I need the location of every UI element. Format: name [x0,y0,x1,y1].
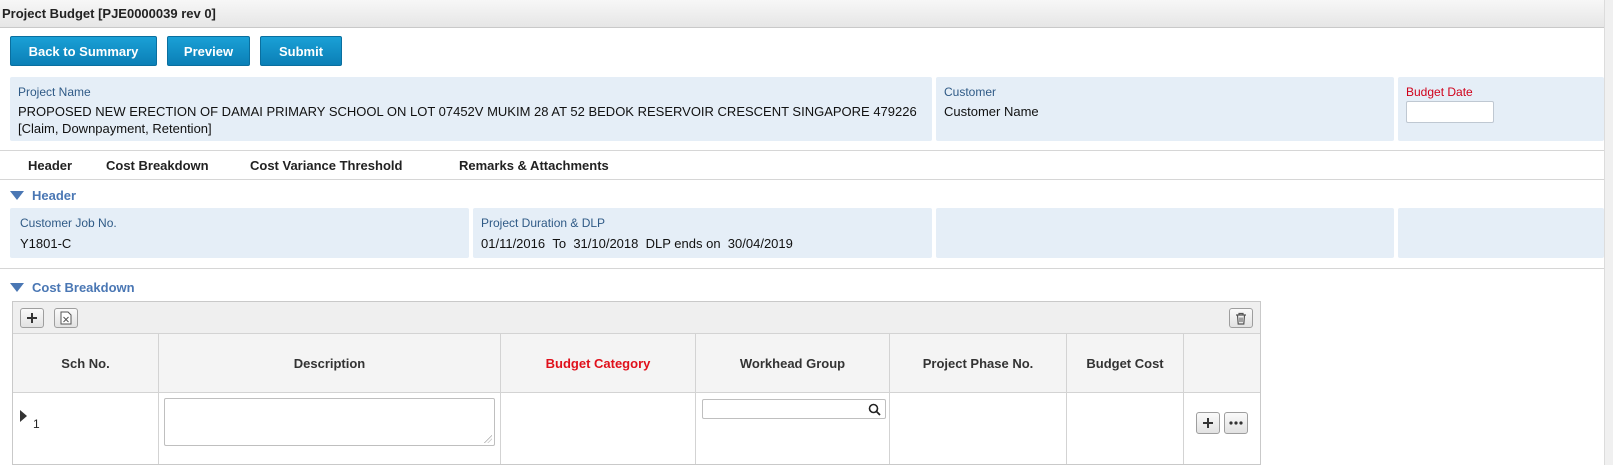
budget-date-input[interactable] [1406,101,1494,123]
workhead-group-lookup[interactable] [702,399,886,419]
customer-job-label: Customer Job No. [20,216,117,230]
cell-project-phase-no[interactable] [890,393,1067,464]
trash-icon [1236,312,1246,325]
project-name-value: PROPOSED NEW ERECTION OF DAMAI PRIMARY S… [18,103,928,137]
cost-breakdown-section-title: Cost Breakdown [32,280,135,295]
project-name-line2: [Claim, Downpayment, Retention] [18,121,212,136]
vertical-scrollbar[interactable] [1604,0,1613,465]
project-duration-value: 01/11/2016 To 31/10/2018 DLP ends on 30/… [481,235,793,252]
expand-row-icon[interactable] [20,410,27,422]
preview-button[interactable]: Preview [167,36,250,66]
plus-icon [1203,418,1213,428]
cell-budget-category[interactable] [501,393,696,464]
window-title: Project Budget [PJE0000039 rev 0] [2,6,216,21]
cell-actions [1184,393,1260,464]
back-to-summary-button[interactable]: Back to Summary [10,36,157,66]
to-text: To [552,236,567,251]
excel-export-icon [60,311,72,325]
customer-panel: Customer Customer Name [936,77,1394,141]
empty-panel [1398,208,1604,258]
project-duration-panel: Project Duration & DLP 01/11/2016 To 31/… [473,208,932,258]
divider [0,268,1604,269]
customer-job-panel: Customer Job No. Y1801-C [10,208,469,258]
project-duration-label: Project Duration & DLP [481,216,606,230]
cell-budget-cost[interactable] [1067,393,1184,464]
column-header-budget-category[interactable]: Budget Category [501,334,696,393]
ellipsis-icon [1229,421,1243,425]
plus-icon [27,313,37,323]
tab-header[interactable]: Header [28,158,72,173]
customer-label: Customer [944,85,997,99]
tab-remarks-attachments[interactable]: Remarks & Attachments [459,158,609,173]
cell-workhead-group [696,393,890,464]
collapse-triangle-icon [10,283,24,292]
divider [0,150,1604,151]
empty-panel [936,208,1394,258]
more-options-button[interactable] [1224,412,1248,434]
start-date: 01/11/2016 [481,236,546,251]
column-header-description[interactable]: Description [159,334,501,393]
column-header-sch-no[interactable]: Sch No. [13,334,159,393]
resize-grip-icon[interactable] [484,435,492,443]
description-textarea[interactable] [164,398,495,446]
project-name-line1: PROPOSED NEW ERECTION OF DAMAI PRIMARY S… [18,104,917,119]
dlp-date: 30/04/2019 [727,236,793,251]
project-name-label: Project Name [18,85,91,99]
customer-value: Customer Name [944,104,1039,119]
cell-sch-no: 1 [13,393,159,464]
cost-breakdown-section-toggle[interactable]: Cost Breakdown [10,280,135,295]
header-section-toggle[interactable]: Header [10,188,76,203]
grid-header-row: Sch No. Description Budget Category Work… [13,334,1260,393]
budget-date-panel: Budget Date [1398,77,1604,141]
column-header-project-phase-no[interactable]: Project Phase No. [890,334,1067,393]
grid-toolbar [13,302,1260,334]
export-excel-button[interactable] [54,308,78,328]
submit-button[interactable]: Submit [260,36,342,66]
column-header-workhead-group[interactable]: Workhead Group [696,334,890,393]
divider [0,179,1604,180]
project-name-panel: Project Name PROPOSED NEW ERECTION OF DA… [10,77,932,141]
tab-cost-breakdown[interactable]: Cost Breakdown [106,158,209,173]
dlp-text: DLP ends on [645,236,721,251]
customer-job-value: Y1801-C [20,236,72,251]
tab-cost-variance-threshold[interactable]: Cost Variance Threshold [250,158,402,173]
cell-description [159,393,501,464]
sch-no-value: 1 [33,417,40,431]
budget-date-label: Budget Date [1406,85,1473,99]
delete-button[interactable] [1229,308,1253,328]
end-date: 31/10/2018 [573,236,639,251]
column-header-actions [1184,334,1260,393]
header-section-title: Header [32,188,77,203]
add-sub-row-button[interactable] [1196,412,1220,434]
column-header-budget-cost[interactable]: Budget Cost [1067,334,1184,393]
search-icon[interactable] [868,403,881,416]
cost-breakdown-grid: Sch No. Description Budget Category Work… [12,301,1261,465]
collapse-triangle-icon [10,191,24,200]
table-row: 1 [13,393,1260,464]
window-titlebar: Project Budget [PJE0000039 rev 0] [0,0,1613,28]
add-row-button[interactable] [20,308,44,328]
